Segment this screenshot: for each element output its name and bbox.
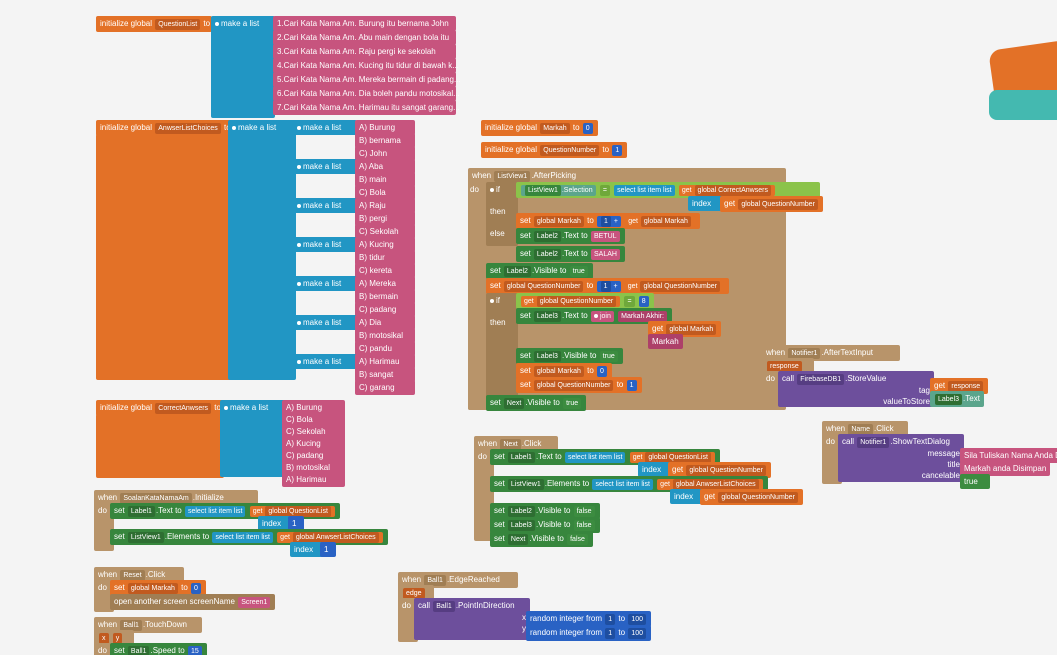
set-label2-visible[interactable]: set Label2.Visible to true [486, 263, 593, 279]
init-qn[interactable]: initialize global QuestionNumber to 1 [481, 142, 627, 158]
ql-item[interactable]: 5.Cari Kata Nama Am. Mereka bermain di p… [273, 72, 456, 87]
open-screen[interactable]: open another screen screenName Screen1 [110, 594, 275, 610]
label3-text[interactable]: Label3.Text [930, 391, 984, 407]
set-next-visible[interactable]: set Next.Visible to true [486, 395, 586, 411]
make-list-inner[interactable]: make a list [293, 315, 357, 330]
make-list-ca[interactable]: make a list [220, 400, 286, 477]
ql-item[interactable]: 4.Cari Kata Nama Am. Kucing itu tidur di… [273, 58, 456, 73]
init-questionlist[interactable]: initialize global QuestionList to [96, 16, 212, 32]
make-list-inner[interactable]: make a list [293, 354, 357, 369]
get-gqn-3[interactable]: get global QuestionNumber [700, 489, 803, 505]
get-gqn[interactable]: get global QuestionNumber [720, 196, 823, 212]
bool-true[interactable]: true [960, 474, 990, 489]
call-pointindirection[interactable]: call Ball1.PointInDirection x y [414, 598, 530, 640]
init-ca-body [96, 414, 224, 478]
set-markah-plus[interactable]: set global Markah to 1 + get global Mark… [516, 213, 700, 229]
call-firebase-store[interactable]: call FirebaseDB1.StoreValue tag valueToS… [778, 371, 934, 407]
sli-index: index [670, 489, 704, 504]
do-label: do [468, 182, 486, 410]
make-list-inner[interactable]: make a list [293, 276, 357, 291]
set-label3-visible[interactable]: set Label3.Visible to true [516, 348, 623, 364]
init-alc-body [96, 134, 232, 380]
make-a-list[interactable]: make a list [211, 16, 275, 118]
ql-item[interactable]: 3.Cari Kata Nama Am. Raju pergi ke sekol… [273, 44, 456, 59]
init-markah[interactable]: initialize global Markah to 0 [481, 120, 598, 136]
ql-item[interactable]: 2.Cari Kata Nama Am. Abu main dengan bol… [273, 30, 456, 45]
set-lv-elements[interactable]: set ListView1.Elements to select list it… [110, 529, 388, 545]
make-list-outer[interactable]: make a list [228, 120, 296, 380]
if-block[interactable]: ifthenelse [486, 182, 518, 246]
ql-item[interactable]: 7.Cari Kata Nama Am. Harimau itu sangat … [273, 100, 456, 115]
make-list-inner[interactable]: make a list [293, 237, 357, 252]
sli-index: index [638, 462, 672, 477]
compare-eq-2[interactable]: get global QuestionNumber = 8 [516, 293, 654, 309]
sli-index: index [290, 542, 324, 557]
set-label1-text[interactable]: set Label1.Text to select list item list… [110, 503, 340, 519]
sli-index: index [688, 196, 724, 211]
random-y[interactable]: random integer from 1 to 100 [526, 625, 651, 641]
set-qn-one[interactable]: set global QuestionNumber to 1 [516, 377, 642, 393]
make-list-inner[interactable]: make a list [293, 120, 357, 135]
set-next-visible-false[interactable]: set Next.Visible to false [490, 531, 593, 547]
opt[interactable]: C) garang [355, 380, 415, 395]
ca-item[interactable]: A) Harimau [282, 472, 345, 487]
call-showtextdialog[interactable]: call Notifier1.ShowTextDialog message ti… [838, 434, 964, 482]
set-label2-text-else[interactable]: set Label2.Text to SALAH [516, 246, 625, 262]
set-label2-text[interactable]: set Label2.Text to BETUL [516, 228, 625, 244]
set-ball-speed[interactable]: set Ball1.Speed to 15 [110, 643, 207, 655]
make-list-inner[interactable]: make a list [293, 198, 357, 213]
markah-text[interactable]: Markah [648, 334, 683, 349]
make-list-inner[interactable]: make a list [293, 159, 357, 174]
brand-logo [987, 35, 1057, 125]
ql-item[interactable]: 6.Cari Kata Nama Am. Dia boleh pandu mot… [273, 86, 456, 101]
set-qn[interactable]: set global QuestionNumber to 1 + get glo… [486, 278, 729, 294]
num-one[interactable]: 1 [320, 542, 336, 557]
if-block-2[interactable]: ifthen [486, 293, 518, 399]
ql-item[interactable]: 1.Cari Kata Nama Am. Burung itu bernama … [273, 16, 456, 31]
